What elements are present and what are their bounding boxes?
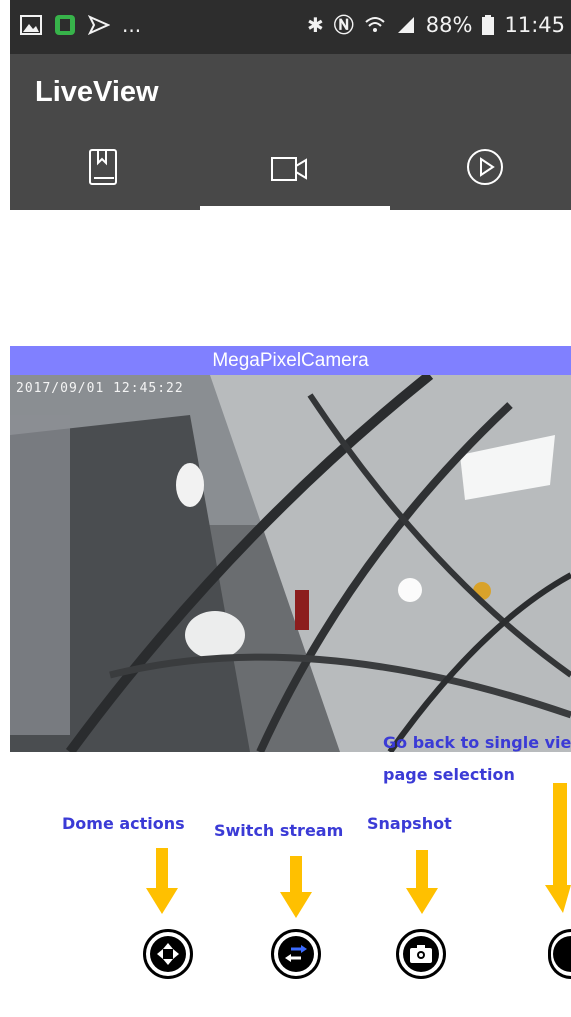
send-icon xyxy=(88,15,110,35)
camera-title: MegaPixelCamera xyxy=(10,346,571,375)
arrow-down-icon xyxy=(146,848,178,914)
arrow-down-icon xyxy=(545,783,571,913)
status-time: 11:45 xyxy=(504,13,565,37)
status-left: ... xyxy=(20,12,141,38)
app-icon xyxy=(55,15,75,35)
annotation-go-back-line2: page selection xyxy=(383,765,515,784)
annotation-switch-stream: Switch stream xyxy=(214,821,344,840)
single-view-inner xyxy=(553,936,571,972)
status-bar: ... ✱ Ⓝ 88% 11:45 xyxy=(10,0,571,54)
nfc-icon: Ⓝ xyxy=(333,13,354,37)
annotation-snapshot: Snapshot xyxy=(367,814,452,833)
swap-arrows-icon xyxy=(285,945,307,962)
bookmark-book-icon xyxy=(89,149,117,185)
switch-stream-inner xyxy=(278,936,314,972)
video-frame-image xyxy=(10,375,571,752)
dome-actions-button[interactable] xyxy=(143,929,193,979)
annotation-go-back-line1: Go back to single view xyxy=(383,733,571,752)
app-bar: LiveView xyxy=(10,54,571,210)
wifi-icon xyxy=(365,17,385,32)
dome-actions-inner xyxy=(150,936,186,972)
battery-percent: 88% xyxy=(425,13,473,37)
tab-bookmarks[interactable] xyxy=(58,148,148,204)
snapshot-button[interactable] xyxy=(396,929,446,979)
switch-stream-button[interactable] xyxy=(271,929,321,979)
arrow-down-icon xyxy=(280,856,312,918)
battery-icon xyxy=(482,15,495,35)
camera-video-feed[interactable]: 2017/09/01 12:45:22 xyxy=(10,375,571,752)
single-view-button[interactable] xyxy=(548,929,571,979)
bluetooth-icon: ✱ xyxy=(307,13,324,37)
tab-indicator xyxy=(200,206,390,210)
app-title: LiveView xyxy=(35,76,159,108)
play-circle-icon xyxy=(467,149,503,185)
gallery-icon xyxy=(20,15,42,35)
status-right: ✱ Ⓝ 88% 11:45 xyxy=(307,12,565,38)
annotation-dome-actions: Dome actions xyxy=(62,814,185,833)
camera-icon xyxy=(410,945,432,963)
arrow-down-icon xyxy=(406,850,438,914)
tab-playback[interactable] xyxy=(440,148,530,204)
overflow-indicator: ... xyxy=(122,13,142,37)
video-camera-icon xyxy=(271,157,307,181)
tab-live[interactable] xyxy=(245,148,335,204)
snapshot-inner xyxy=(403,936,439,972)
signal-icon xyxy=(397,17,414,33)
dpad-icon xyxy=(157,943,179,965)
video-timestamp: 2017/09/01 12:45:22 xyxy=(16,381,184,396)
